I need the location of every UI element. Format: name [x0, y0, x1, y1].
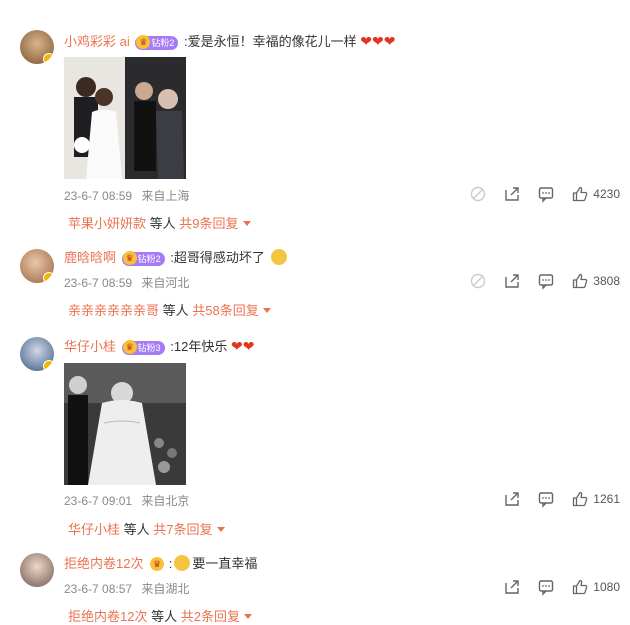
share-icon[interactable] — [503, 272, 521, 290]
fan-badge: ♛ 钻粉2 — [135, 34, 179, 50]
heart-emoji: ❤❤ — [230, 338, 255, 354]
avatar[interactable] — [20, 337, 54, 371]
comment-actions: 1080 — [487, 578, 620, 596]
thumbs-up-icon[interactable] — [571, 490, 589, 508]
comment-image[interactable] — [64, 57, 186, 179]
username-link[interactable]: 小鸡彩彩 ai — [64, 34, 130, 49]
comment-text: :超哥得感动坏了 — [170, 250, 265, 265]
comment-actions: 1261 — [487, 490, 620, 508]
comment-icon[interactable] — [537, 578, 555, 596]
chevron-down-icon[interactable] — [216, 527, 225, 532]
reply-usernames[interactable]: 亲亲亲亲亲亲哥 — [68, 303, 159, 318]
comment-header: 小鸡彩彩 ai ♛ 钻粉2 :爱是永恒！幸福的像花儿一样 ❤❤❤ — [64, 32, 395, 51]
share-icon[interactable] — [503, 490, 521, 508]
reply-mid-text: 等人 — [151, 609, 178, 624]
like-count: 1080 — [593, 580, 620, 594]
reply-count-link[interactable]: 共2条回复 — [181, 609, 240, 624]
reply-mid-text: 等人 — [123, 522, 150, 537]
share-icon[interactable] — [503, 578, 521, 596]
username-link[interactable]: 拒绝内卷12次 — [64, 556, 143, 571]
emoji-face-icon — [270, 249, 287, 265]
reply-usernames[interactable]: 拒绝内卷12次 — [68, 609, 147, 624]
verified-badge-icon — [43, 360, 54, 371]
reply-summary[interactable]: 华仔小桂 等人 共7条回复 — [68, 519, 225, 538]
verified-badge-icon — [43, 272, 54, 283]
comment-location: 来自湖北 — [141, 582, 190, 596]
username-link[interactable]: 华仔小桂 — [64, 339, 116, 354]
like-count: 1261 — [593, 492, 620, 506]
comment-meta: 23-6-7 08:59 来自上海 — [64, 187, 189, 204]
comment-time: 23-6-7 08:59 — [64, 276, 133, 290]
reply-usernames[interactable]: 华仔小桂 — [68, 522, 120, 537]
comment-icon[interactable] — [537, 185, 555, 203]
comment-item: 小鸡彩彩 ai ♛ 钻粉2 :爱是永恒！幸福的像花儿一样 ❤❤❤ 23-6-7 0… — [0, 0, 630, 240]
comment-text: 要一直幸福 — [192, 556, 258, 571]
crown-icon: ♛ — [136, 34, 151, 49]
avatar[interactable] — [20, 553, 54, 587]
heart-emoji: ❤❤❤ — [360, 33, 396, 49]
comment-header: 拒绝内卷12次 ♛ : 要一直幸福 — [64, 555, 258, 572]
fan-badge-label: 钻粉2 — [137, 253, 161, 264]
comment-meta: 23-6-7 08:59 来自河北 — [64, 274, 189, 291]
fan-badge: ♛ 钻粉2 — [121, 250, 165, 266]
comment-item: 华仔小桂 ♛ 钻粉3 :12年快乐 ❤❤ 23-6-7 09:01 来自北京 12… — [0, 330, 630, 540]
comment-location: 来自北京 — [141, 494, 190, 508]
thumbs-up-icon[interactable] — [571, 185, 589, 203]
reply-summary[interactable]: 亲亲亲亲亲亲哥 等人 共58条回复 — [68, 300, 271, 319]
comment-meta: 23-6-7 08:57 来自湖北 — [64, 580, 189, 597]
comment-item: 鹿晗晗啊 ♛ 钻粉2 :超哥得感动坏了 23-6-7 08:59 来自河北 380… — [0, 240, 630, 330]
comment-actions: 3808 — [453, 272, 620, 290]
share-icon[interactable] — [503, 185, 521, 203]
fan-badge: ♛ 钻粉3 — [121, 339, 165, 355]
reply-usernames[interactable]: 苹果小妍妍款 — [68, 216, 146, 231]
comment-text: :12年快乐 — [170, 339, 228, 354]
fan-badge-label: 钻粉3 — [137, 342, 161, 353]
chevron-down-icon[interactable] — [242, 221, 251, 226]
comment-image[interactable] — [64, 363, 186, 485]
comment-header: 华仔小桂 ♛ 钻粉3 :12年快乐 ❤❤ — [64, 337, 254, 356]
chevron-down-icon[interactable] — [262, 308, 271, 313]
verified-badge-icon — [43, 53, 54, 64]
reply-count-link[interactable]: 共58条回复 — [192, 303, 258, 318]
reply-summary[interactable]: 苹果小妍妍款 等人 共9条回复 — [68, 213, 251, 232]
thumbs-up-icon[interactable] — [571, 272, 589, 290]
crown-icon: ♛ — [122, 339, 137, 354]
avatar[interactable] — [20, 30, 54, 64]
reply-count-link[interactable]: 共7条回复 — [153, 522, 212, 537]
fan-badge-label: 钻粉2 — [151, 37, 175, 48]
comment-header: 鹿晗晗啊 ♛ 钻粉2 :超哥得感动坏了 — [64, 249, 289, 267]
thumbs-up-icon[interactable] — [571, 578, 589, 596]
chevron-down-icon[interactable] — [243, 614, 252, 619]
comment-location: 来自上海 — [141, 189, 190, 203]
comment-text: :爱是永恒！幸福的像花儿一样 — [184, 34, 357, 49]
comment-item: 拒绝内卷12次 ♛ : 要一直幸福 23-6-7 08:57 来自湖北 1080 … — [0, 540, 630, 625]
comment-actions: 4230 — [453, 185, 620, 203]
crown-icon: ♛ — [122, 250, 137, 265]
like-count: 3808 — [593, 274, 620, 288]
block-icon[interactable] — [469, 185, 487, 203]
comment-time: 23-6-7 08:57 — [64, 582, 133, 596]
block-icon[interactable] — [469, 272, 487, 290]
like-count: 4230 — [593, 187, 620, 201]
username-link[interactable]: 鹿晗晗啊 — [64, 250, 116, 265]
comment-icon[interactable] — [537, 272, 555, 290]
reply-mid-text: 等人 — [149, 216, 176, 231]
comment-time: 23-6-7 09:01 — [64, 494, 133, 508]
crown-icon: ♛ — [150, 556, 165, 571]
reply-mid-text: 等人 — [162, 303, 189, 318]
comment-time: 23-6-7 08:59 — [64, 189, 133, 203]
crown-badge: ♛ — [149, 556, 165, 572]
avatar[interactable] — [20, 249, 54, 283]
reply-summary[interactable]: 拒绝内卷12次 等人 共2条回复 — [68, 606, 252, 625]
comment-location: 来自河北 — [141, 276, 190, 290]
reply-count-link[interactable]: 共9条回复 — [179, 216, 238, 231]
comment-meta: 23-6-7 09:01 来自北京 — [64, 492, 189, 509]
comment-icon[interactable] — [537, 490, 555, 508]
emoji-face-icon — [174, 555, 191, 571]
